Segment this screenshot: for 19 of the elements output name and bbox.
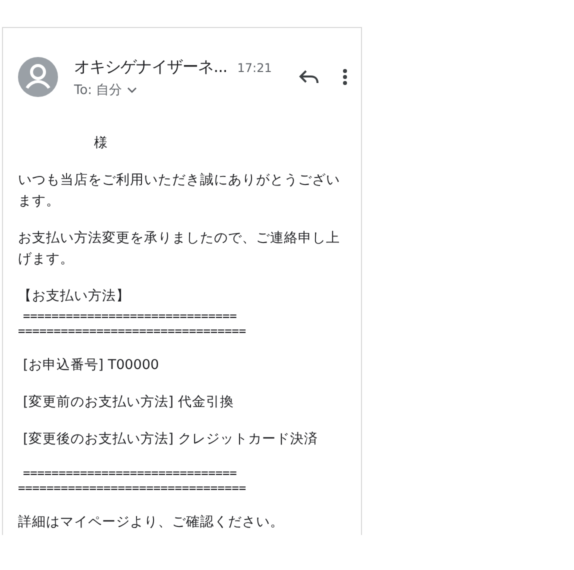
chevron-down-icon[interactable] [127, 87, 138, 93]
avatar-icon [18, 57, 58, 97]
sender-name: オキシゲナイザーネ... [74, 57, 228, 78]
more-options-icon[interactable] [343, 69, 347, 85]
reply-icon[interactable] [299, 70, 319, 84]
detail-line: [変更前のお支払い方法] 代金引換 [23, 393, 234, 412]
salutation-text: 様 [94, 134, 108, 153]
divider-text: ============================== [23, 466, 237, 481]
section-heading: 【お支払い方法】 [18, 287, 130, 306]
message-time: 17:21 [237, 61, 272, 75]
body-paragraph: いつも当店をご利用いただき誠にありがとうございます。 [18, 171, 341, 211]
detail-line: [お申込番号] T00000 [23, 356, 160, 375]
recipient-label: To: 自分 [74, 82, 122, 99]
body-paragraph: 詳細はマイページより、ご確認ください。 [18, 513, 284, 532]
divider-text: ================================ [18, 324, 246, 339]
divider-text: ============================== [23, 309, 237, 324]
body-paragraph: お支払い方法変更を承りましたので、ご連絡申し上げます。 [18, 229, 341, 269]
detail-line: [変更後のお支払い方法] クレジットカード決済 [23, 430, 318, 449]
divider-text: ================================ [18, 481, 246, 496]
